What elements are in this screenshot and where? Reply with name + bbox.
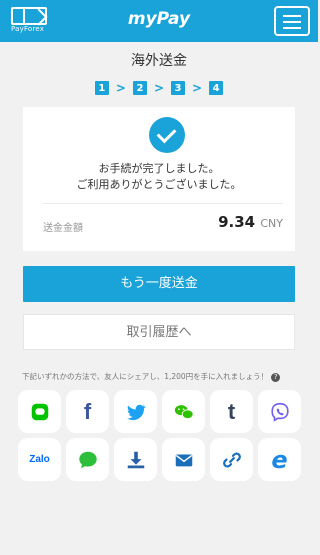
- amount-value: 9.34 CNY: [218, 213, 283, 231]
- twitter-icon: [126, 404, 146, 420]
- app-title: myPay: [127, 9, 191, 29]
- email-share-button[interactable]: [162, 438, 205, 481]
- hamburger-menu-icon[interactable]: [274, 6, 310, 36]
- check-icon: [149, 117, 185, 153]
- completion-message-line1: お手続が完了しました。: [98, 162, 220, 175]
- zalo-share-button[interactable]: Zalo: [18, 438, 61, 481]
- browser-share-button[interactable]: e: [258, 438, 301, 481]
- payforex-logo[interactable]: PayForex: [11, 7, 51, 35]
- wechat-icon: [174, 404, 194, 419]
- viber-share-button[interactable]: [258, 390, 301, 433]
- step-1: 1: [94, 81, 109, 95]
- page-title: 海外送金: [131, 53, 187, 69]
- share-row: f t: [18, 390, 314, 433]
- app-header: PayForex myPay: [0, 0, 318, 42]
- step-separator: >: [153, 81, 165, 95]
- sms-share-button[interactable]: [66, 438, 109, 481]
- step-indicator: 1 > 2 > 3 > 4: [0, 80, 318, 96]
- wechat-share-button[interactable]: [162, 390, 205, 433]
- copy-link-share-button[interactable]: [210, 438, 253, 481]
- transaction-history-button[interactable]: 取引履歴へ: [23, 314, 295, 350]
- help-icon[interactable]: ?: [271, 373, 281, 382]
- amount-label: 送金金額: [43, 223, 83, 234]
- step-3: 3: [171, 81, 186, 95]
- download-share-button[interactable]: [114, 438, 157, 481]
- step-separator: >: [115, 81, 126, 95]
- step-4: 4: [209, 81, 224, 95]
- tumblr-share-button[interactable]: t: [210, 390, 253, 433]
- step-separator: >: [192, 81, 203, 95]
- step-2: 2: [132, 81, 147, 95]
- amount-number: 9.34: [218, 213, 256, 231]
- ie-icon: e: [271, 445, 288, 474]
- completion-message: お手続が完了しました。 ご利用ありがとうございました。: [23, 161, 295, 193]
- zalo-icon: Zalo: [29, 454, 50, 465]
- logo-mark-icon: [11, 7, 47, 25]
- download-icon: [127, 451, 144, 468]
- amount-currency: CNY: [260, 217, 283, 230]
- completion-message-line2: ご利用ありがとうございました。: [76, 178, 242, 191]
- email-icon: [175, 454, 192, 466]
- share-note-text: 下記いずれかの方法で、友人にシェアし、1,200円を手に入れましょう！: [22, 372, 269, 381]
- line-icon: [31, 403, 48, 420]
- share-note: 下記いずれかの方法で、友人にシェアし、1,200円を手に入れましょう！?: [22, 371, 312, 382]
- viber-icon: [270, 402, 289, 422]
- sms-icon: [78, 451, 97, 468]
- divider: [43, 203, 283, 204]
- facebook-icon: f: [83, 398, 92, 424]
- share-row: Zalo e: [18, 438, 314, 481]
- tumblr-icon: t: [227, 398, 236, 424]
- link-icon: [222, 451, 241, 468]
- line-share-button[interactable]: [18, 390, 61, 433]
- facebook-share-button[interactable]: f: [66, 390, 109, 433]
- twitter-share-button[interactable]: [114, 390, 157, 433]
- logo-text: PayForex: [11, 25, 45, 33]
- share-grid: f t Zalo e: [18, 390, 314, 486]
- completion-card: お手続が完了しました。 ご利用ありがとうございました。 送金金額 9.34 CN…: [23, 107, 295, 251]
- send-again-button[interactable]: もう一度送金: [23, 266, 295, 302]
